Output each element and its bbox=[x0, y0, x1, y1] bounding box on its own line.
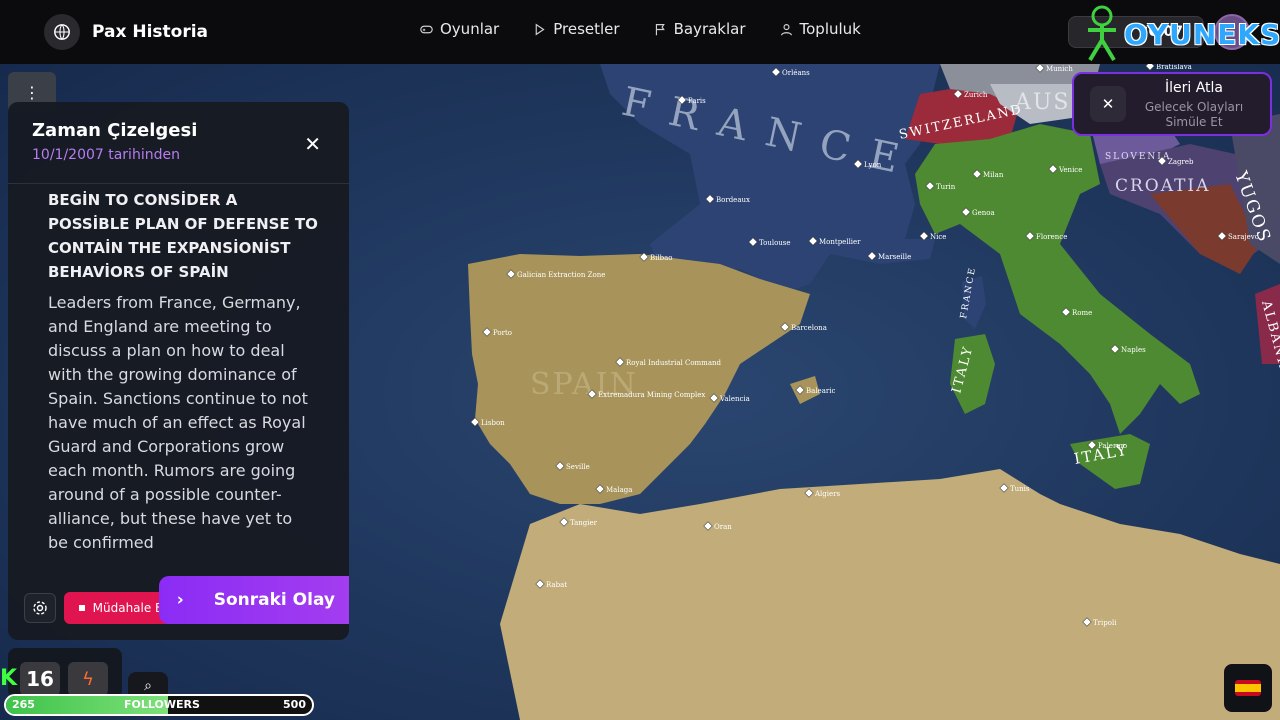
city-label: Bordeaux bbox=[716, 196, 750, 204]
region-label-croatia: CROATIA bbox=[1115, 176, 1210, 196]
globe-icon bbox=[44, 14, 80, 50]
event-body: Leaders from France, Germany, and Englan… bbox=[48, 293, 308, 552]
city-label: Orléans bbox=[782, 69, 810, 77]
nav-flags[interactable]: Bayraklar bbox=[654, 20, 746, 38]
city-label: Bratislava bbox=[1156, 64, 1192, 71]
city-label: Oran bbox=[714, 523, 732, 531]
followers-current: 265 bbox=[12, 698, 35, 711]
city-label: Algiers bbox=[814, 490, 841, 498]
city-label: Tripoli bbox=[1093, 619, 1117, 627]
city-label: Munich bbox=[1046, 65, 1073, 73]
watermark-text: OYUNEKS bbox=[1124, 18, 1280, 51]
timeline-panel: Zaman Çizelgesi 10/1/2007 tarihinden ✕ B… bbox=[8, 102, 349, 640]
city-label: Zagreb bbox=[1168, 158, 1194, 166]
brand[interactable]: Pax Historia bbox=[44, 14, 208, 50]
play-icon bbox=[535, 23, 545, 35]
next-event-label: Sonraki Olay bbox=[213, 590, 335, 610]
city-label: Porto bbox=[493, 329, 512, 337]
followers-goal: 500 bbox=[283, 698, 306, 711]
close-icon[interactable]: ✕ bbox=[1090, 86, 1126, 122]
city-label: Tangier bbox=[570, 519, 598, 527]
chevron-right-icon: › bbox=[176, 590, 184, 610]
city-label: Lyon bbox=[864, 161, 882, 169]
city-label: Lisbon bbox=[481, 419, 505, 427]
stop-icon bbox=[78, 605, 85, 611]
city-label: Valencia bbox=[719, 395, 750, 403]
intervene-label: Müdahale Et bbox=[92, 601, 168, 615]
bolt-icon: ϟ bbox=[68, 662, 108, 696]
city-label: Florence bbox=[1036, 233, 1067, 241]
city-label: Extremadura Mining Complex bbox=[598, 391, 705, 399]
nav-community-label: Topluluk bbox=[799, 20, 861, 38]
panel-header: Zaman Çizelgesi 10/1/2007 tarihinden ✕ bbox=[8, 102, 349, 184]
kick-logo: K bbox=[0, 666, 18, 691]
city-label: Toulouse bbox=[759, 239, 791, 247]
nav-presets[interactable]: Presetler bbox=[533, 20, 620, 38]
main-nav: Oyunlar Presetler Bayraklar Topluluk bbox=[420, 20, 861, 38]
top-bar: Pax Historia Oyunlar Presetler Bayraklar… bbox=[0, 0, 1280, 64]
city-label: Bilbao bbox=[650, 254, 673, 262]
city-label: Sarajevo bbox=[1228, 233, 1259, 241]
city-label: Galician Extraction Zone bbox=[517, 271, 605, 279]
city-label: Paris bbox=[688, 97, 706, 105]
city-label: Malaga bbox=[606, 486, 632, 494]
followers-label: FOLLOWERS bbox=[124, 698, 200, 711]
flag-icon bbox=[655, 23, 665, 35]
region-label-austria: AUS bbox=[1014, 90, 1071, 115]
city-label: Barcelona bbox=[791, 324, 827, 332]
stream-count: 16 bbox=[20, 662, 60, 696]
city-label: Seville bbox=[566, 463, 590, 471]
nav-presets-label: Presetler bbox=[553, 20, 620, 38]
city-label: Zurich bbox=[964, 91, 988, 99]
settings-button[interactable] bbox=[24, 593, 56, 623]
city-label: Montpellier bbox=[819, 238, 861, 246]
city-label: Nice bbox=[930, 233, 946, 241]
spain-flag-icon bbox=[1235, 680, 1261, 696]
watermark-logo: OYUNEKS bbox=[1080, 4, 1280, 62]
brand-name: Pax Historia bbox=[92, 22, 209, 42]
skip-title: İleri Atla bbox=[1164, 80, 1224, 96]
city-label: Genoa bbox=[972, 209, 995, 217]
event-title: BEGİN TO CONSİDER A POSSİBLE PLAN OF DEF… bbox=[48, 191, 318, 281]
next-event-button[interactable]: › Sonraki Olay bbox=[159, 576, 349, 624]
followers-bar: 265 FOLLOWERS 500 bbox=[4, 694, 314, 716]
stream-overlay: K 16 ϟ ⌕ 265 FOLLOWERS 500 bbox=[0, 648, 320, 720]
city-label: Rabat bbox=[546, 581, 567, 589]
skip-subtitle: Gelecek Olayları Simüle Et bbox=[1144, 100, 1244, 129]
gear-icon bbox=[33, 601, 47, 615]
skip-ahead-card[interactable]: ✕ İleri Atla Gelecek Olayları Simüle Et bbox=[1072, 72, 1272, 136]
nav-community[interactable]: Topluluk bbox=[780, 20, 861, 38]
close-icon[interactable]: ✕ bbox=[304, 132, 321, 156]
nav-flags-label: Bayraklar bbox=[673, 20, 746, 38]
city-label: Turin bbox=[936, 183, 956, 191]
panel-subtitle: 10/1/2007 tarihinden bbox=[32, 147, 180, 163]
nation-flag-button[interactable] bbox=[1224, 664, 1272, 712]
city-label: Marseille bbox=[878, 253, 911, 261]
city-label: Naples bbox=[1121, 346, 1146, 354]
city-label: Rome bbox=[1072, 309, 1092, 317]
city-label: Royal Industrial Command bbox=[626, 359, 721, 367]
nav-games[interactable]: Oyunlar bbox=[420, 20, 499, 38]
city-label: Milan bbox=[983, 171, 1004, 179]
city-label: Venice bbox=[1058, 166, 1082, 174]
users-icon bbox=[780, 23, 792, 35]
city-label: Balearic bbox=[806, 387, 835, 395]
panel-title: Zaman Çizelgesi bbox=[32, 120, 198, 141]
robot-mascot-icon bbox=[1088, 5, 1116, 62]
city-label: Tunis bbox=[1010, 485, 1030, 493]
city-label: Palermo bbox=[1098, 442, 1127, 450]
nav-games-label: Oyunlar bbox=[440, 20, 500, 38]
gamepad-icon bbox=[420, 25, 433, 33]
